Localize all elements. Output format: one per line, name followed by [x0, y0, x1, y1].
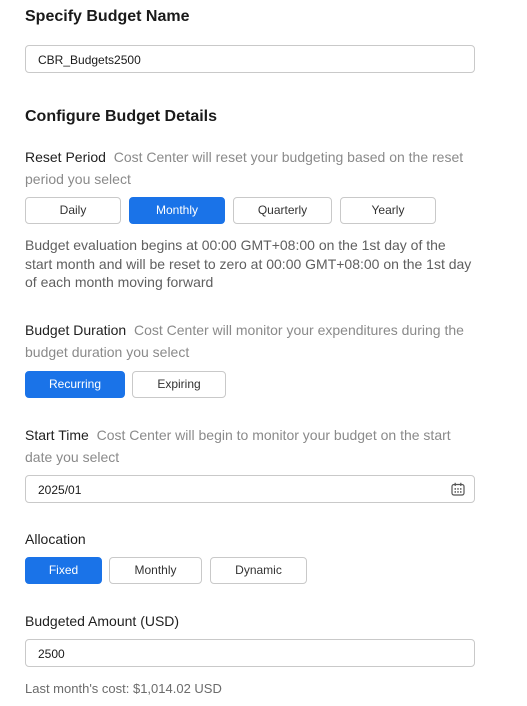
budget-duration-label: Budget Duration: [25, 322, 127, 338]
allocation-label: Allocation: [25, 531, 86, 547]
start-time-picker[interactable]: 2025/01: [25, 475, 475, 503]
budget-name-heading: Specify Budget Name: [25, 8, 190, 25]
duration-expiring-button[interactable]: Expiring: [132, 371, 226, 398]
reset-period-description: Budget evaluation begins at 00:00 GMT+08…: [25, 237, 472, 290]
calendar-icon[interactable]: [451, 482, 465, 496]
allocation-monthly-button[interactable]: Monthly: [109, 557, 202, 584]
last-month-cost: Last month's cost: $1,014.02 USD: [25, 681, 222, 696]
budget-name-value: CBR_Budgets2500: [38, 53, 141, 67]
duration-recurring-button[interactable]: Recurring: [25, 371, 125, 398]
reset-period-daily-button[interactable]: Daily: [25, 197, 121, 224]
budgeted-amount-value: 2500: [38, 647, 65, 661]
budgeted-amount-label-row: Budgeted Amount (USD): [25, 610, 475, 632]
reset-period-label: Reset Period: [25, 149, 106, 165]
start-time-hint: Cost Center will begin to monitor your b…: [25, 427, 451, 465]
reset-period-monthly-button[interactable]: Monthly: [129, 197, 225, 224]
budgeted-amount-label: Budgeted Amount (USD): [25, 613, 180, 629]
reset-period-quarterly-button[interactable]: Quarterly: [233, 197, 332, 224]
allocation-label-row: Allocation: [25, 528, 475, 550]
budget-duration-label-row: Budget Duration Cost Center will monitor…: [25, 319, 475, 363]
budgeted-amount-input[interactable]: 2500: [25, 639, 475, 667]
allocation-fixed-button[interactable]: Fixed: [25, 557, 102, 584]
reset-period-yearly-button[interactable]: Yearly: [340, 197, 436, 224]
allocation-dynamic-button[interactable]: Dynamic: [210, 557, 307, 584]
configure-details-heading: Configure Budget Details: [25, 108, 218, 125]
start-time-label: Start Time: [25, 427, 89, 443]
start-time-label-row: Start Time Cost Center will begin to mon…: [25, 424, 475, 468]
start-time-value: 2025/01: [38, 483, 82, 497]
reset-period-label-row: Reset Period Cost Center will reset your…: [25, 146, 475, 190]
budget-name-input[interactable]: CBR_Budgets2500: [25, 45, 475, 73]
